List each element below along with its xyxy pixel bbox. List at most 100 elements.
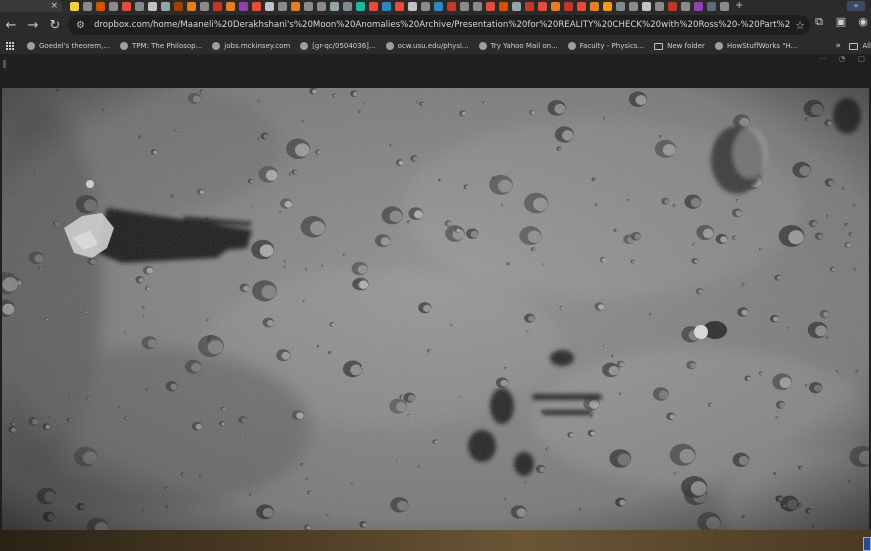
bookmark-item[interactable]: Goedel's theorem,... bbox=[27, 42, 110, 50]
bookmark-list: Goedel's theorem,... TPM: The Philosop...… bbox=[27, 42, 807, 50]
tab-favicon-icon[interactable] bbox=[616, 1, 625, 11]
more-options-icon[interactable]: ⋯ bbox=[818, 54, 826, 63]
tab-favicon-icon[interactable] bbox=[382, 1, 391, 11]
tab-search-icon[interactable]: + bbox=[847, 1, 865, 11]
tab-favicon-icon[interactable] bbox=[655, 1, 664, 11]
bookmark-label: TPM: The Philosop... bbox=[132, 42, 203, 50]
tab-favicon-icon[interactable] bbox=[356, 1, 365, 11]
tab-favicon-icon[interactable] bbox=[434, 1, 443, 11]
tab-favicon-icon[interactable] bbox=[343, 1, 352, 11]
all-bookmarks[interactable]: All bbox=[849, 42, 871, 50]
bookmark-label: jobs.mckinsey.com bbox=[224, 42, 291, 50]
address-bar[interactable]: ⚙ dropbox.com/home/Maaneli%20Derakhshani… bbox=[68, 15, 810, 35]
reload-icon[interactable]: ↻ bbox=[44, 14, 66, 36]
tab-favicon-icon[interactable] bbox=[642, 1, 651, 11]
tab-favicon-icon[interactable] bbox=[564, 1, 573, 11]
tab-favicon-icon[interactable] bbox=[83, 1, 92, 11]
side-panel-icon[interactable]: ▣ bbox=[833, 15, 849, 29]
tab-favicon-icon[interactable] bbox=[252, 1, 261, 11]
tab-favicon-icon[interactable] bbox=[317, 1, 326, 11]
forward-icon[interactable]: → bbox=[22, 14, 44, 36]
site-info-icon[interactable]: ⚙ bbox=[76, 20, 90, 31]
tab-favicon-icon[interactable] bbox=[161, 1, 170, 11]
bookmark-favicon-icon bbox=[300, 42, 309, 50]
tab-favicon-icon[interactable] bbox=[148, 1, 157, 11]
tab-favicon-icon[interactable] bbox=[135, 1, 144, 11]
tab-favicon-icon[interactable] bbox=[460, 1, 469, 11]
bookmark-label: New folder bbox=[667, 42, 705, 50]
bookmark-item[interactable]: Try Yahoo Mail on... bbox=[478, 42, 558, 50]
tab-favicon-icon[interactable] bbox=[486, 1, 495, 11]
tab-favicon-icon[interactable] bbox=[447, 1, 456, 11]
bookmarks-overflow-icon[interactable]: » bbox=[835, 41, 841, 51]
tab-favicon-icon[interactable] bbox=[187, 1, 196, 11]
tab-favicon-icon[interactable] bbox=[330, 1, 339, 11]
apps-grid-icon[interactable] bbox=[6, 41, 15, 51]
tab-favicon-icon[interactable] bbox=[96, 1, 105, 11]
back-icon[interactable]: ← bbox=[0, 14, 22, 36]
tab-favicon-icon[interactable] bbox=[278, 1, 287, 11]
tab-favicon-icon[interactable] bbox=[369, 1, 378, 11]
tab-favicon-icon[interactable] bbox=[226, 1, 235, 11]
desktop-background-strip bbox=[0, 530, 871, 551]
tab-close-icon[interactable]: × bbox=[50, 0, 58, 12]
bookmark-item[interactable]: New folder bbox=[654, 42, 705, 50]
new-tab-icon[interactable]: + bbox=[735, 0, 743, 12]
bookmark-item[interactable]: TPM: The Philosop... bbox=[120, 42, 202, 50]
tab-favicon-icon[interactable] bbox=[395, 1, 404, 11]
tab-favicons bbox=[70, 1, 729, 11]
tab-favicon-icon[interactable] bbox=[122, 1, 131, 11]
lunar-image-canvas bbox=[2, 88, 869, 530]
bookmark-label: Try Yahoo Mail on... bbox=[490, 42, 558, 50]
tab-favicon-icon[interactable] bbox=[538, 1, 547, 11]
active-tab[interactable]: × bbox=[0, 0, 62, 12]
bookmark-item[interactable]: [gr-qc/0504036]... bbox=[300, 42, 376, 50]
tab-favicon-icon[interactable] bbox=[525, 1, 534, 11]
tab-favicon-icon[interactable] bbox=[109, 1, 118, 11]
profile-icon[interactable]: ◉ bbox=[855, 15, 871, 29]
tab-favicon-icon[interactable] bbox=[694, 1, 703, 11]
tab-favicon-icon[interactable] bbox=[590, 1, 599, 11]
tab-favicon-icon[interactable] bbox=[512, 1, 521, 11]
tab-favicon-icon[interactable] bbox=[265, 1, 274, 11]
tab-favicon-icon[interactable] bbox=[408, 1, 417, 11]
bookmark-item[interactable]: HowStuffWorks "H... bbox=[714, 42, 797, 50]
url-text[interactable]: dropbox.com/home/Maaneli%20Derakhshani's… bbox=[94, 20, 790, 30]
tab-favicon-icon[interactable] bbox=[200, 1, 209, 11]
window-icon[interactable]: ▢ bbox=[857, 54, 865, 63]
tab-favicon-icon[interactable] bbox=[174, 1, 183, 11]
all-bookmarks-label: All bbox=[862, 42, 871, 50]
bookmark-item[interactable]: Faculty - Physics... bbox=[567, 42, 644, 50]
tab-favicon-icon[interactable] bbox=[681, 1, 690, 11]
tab-favicon-icon[interactable] bbox=[668, 1, 677, 11]
tab-favicon-icon[interactable] bbox=[473, 1, 482, 11]
bookmark-label: [gr-qc/0504036]... bbox=[312, 42, 376, 50]
bookmark-favicon-icon bbox=[120, 42, 129, 50]
bookmark-item[interactable]: jobs.mckinsey.com bbox=[212, 42, 290, 50]
tab-favicon-icon[interactable] bbox=[720, 1, 729, 11]
bookmark-label: Goedel's theorem,... bbox=[39, 42, 111, 50]
tab-favicon-icon[interactable] bbox=[577, 1, 586, 11]
tab-favicon-icon[interactable] bbox=[499, 1, 508, 11]
folder-icon bbox=[654, 42, 664, 50]
corner-button[interactable] bbox=[863, 537, 871, 551]
tab-favicon-icon[interactable] bbox=[707, 1, 716, 11]
bookmark-favicon-icon bbox=[385, 42, 394, 50]
tab-favicon-icon[interactable] bbox=[291, 1, 300, 11]
tab-favicon-icon[interactable] bbox=[304, 1, 313, 11]
tab-favicon-icon[interactable] bbox=[70, 1, 79, 11]
extensions-icon[interactable]: ⧉ bbox=[811, 15, 827, 29]
tab-favicon-icon[interactable] bbox=[213, 1, 222, 11]
tab-favicon-icon[interactable] bbox=[551, 1, 560, 11]
activity-icon[interactable]: ◔ bbox=[838, 54, 845, 63]
bookmark-favicon-icon bbox=[478, 42, 487, 50]
folder-icon bbox=[849, 42, 859, 50]
bookmark-star-icon[interactable]: ☆ bbox=[790, 19, 810, 32]
tab-favicon-icon[interactable] bbox=[421, 1, 430, 11]
tab-favicon-icon[interactable] bbox=[629, 1, 638, 11]
bookmark-item[interactable]: ocw.usu.edu/physi... bbox=[385, 42, 469, 50]
tab-favicon-icon[interactable] bbox=[239, 1, 248, 11]
lunar-surface-image bbox=[2, 88, 869, 530]
tab-favicon-icon[interactable] bbox=[603, 1, 612, 11]
viewer-header-icons: ⋯ ◔ ▢ bbox=[818, 54, 865, 63]
